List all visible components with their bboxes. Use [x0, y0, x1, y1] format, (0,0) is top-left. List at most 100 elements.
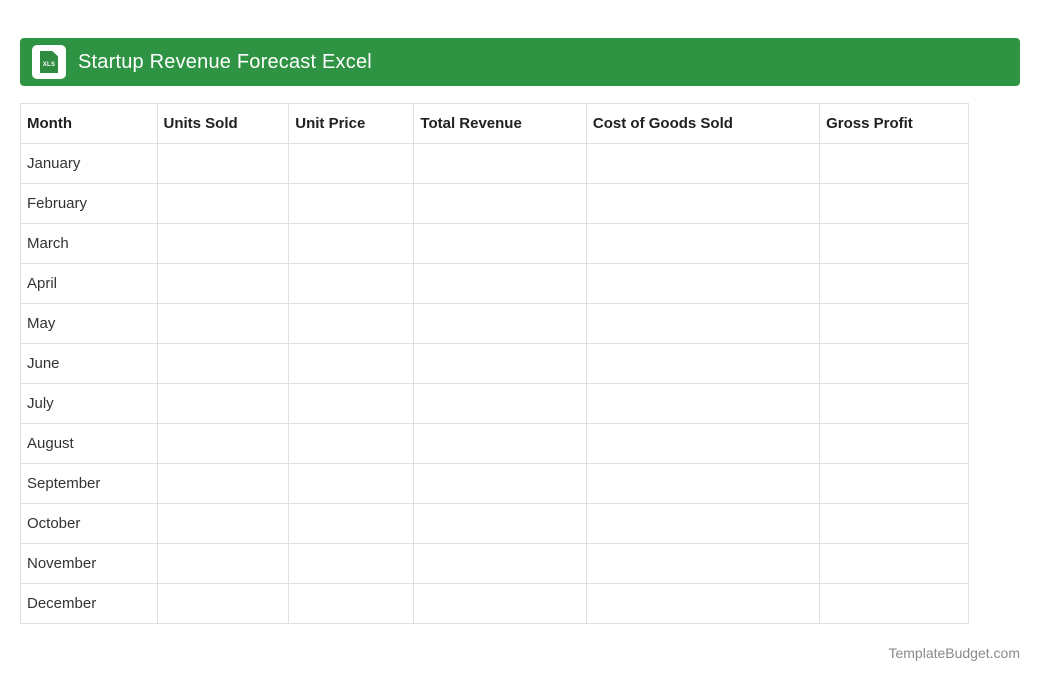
empty-cell: [413, 503, 587, 544]
table-row: August: [20, 423, 969, 464]
header-row: Month Units Sold Unit Price Total Revenue Co…: [20, 103, 969, 144]
empty-cell: [819, 423, 969, 464]
empty-cell: [288, 383, 415, 424]
table-row: September: [20, 463, 969, 504]
empty-cell: [819, 543, 969, 584]
table-row: October: [20, 503, 969, 544]
empty-cell: [413, 263, 587, 304]
empty-cell: [156, 543, 290, 584]
empty-cell: [156, 383, 290, 424]
empty-cell: [585, 183, 821, 224]
table-row: March: [20, 223, 969, 264]
empty-cell: [585, 543, 821, 584]
month-cell: April: [20, 263, 158, 304]
empty-cell: [585, 303, 821, 344]
empty-cell: [156, 583, 290, 624]
table-row: January: [20, 143, 969, 184]
column-header-gross-profit: Gross Profit: [819, 103, 969, 144]
empty-cell: [288, 543, 415, 584]
empty-cell: [156, 263, 290, 304]
empty-cell: [585, 423, 821, 464]
column-header-total-revenue: Total Revenue: [413, 103, 587, 144]
table-row: April: [20, 263, 969, 304]
month-cell: November: [20, 543, 158, 584]
month-cell: September: [20, 463, 158, 504]
xls-file-glyph: XLS: [40, 51, 58, 73]
empty-cell: [585, 223, 821, 264]
month-cell: March: [20, 223, 158, 264]
empty-cell: [819, 303, 969, 344]
column-header-units-sold: Units Sold: [156, 103, 290, 144]
month-cell: June: [20, 343, 158, 384]
column-header-cost-of-goods-sold: Cost of Goods Sold: [585, 103, 821, 144]
empty-cell: [819, 223, 969, 264]
table-row: December: [20, 583, 969, 624]
empty-cell: [413, 223, 587, 264]
column-header-unit-price: Unit Price: [288, 103, 415, 144]
empty-cell: [585, 463, 821, 504]
empty-cell: [156, 303, 290, 344]
empty-cell: [413, 423, 587, 464]
empty-cell: [585, 343, 821, 384]
footer-credit: TemplateBudget.com: [888, 645, 1020, 661]
empty-cell: [413, 143, 587, 184]
table-row: May: [20, 303, 969, 344]
xls-file-icon: XLS: [32, 45, 66, 79]
empty-cell: [413, 383, 587, 424]
page-title: Startup Revenue Forecast Excel: [78, 50, 372, 73]
empty-cell: [288, 263, 415, 304]
empty-cell: [585, 263, 821, 304]
empty-cell: [819, 343, 969, 384]
empty-cell: [413, 543, 587, 584]
empty-cell: [413, 583, 587, 624]
column-header-month: Month: [20, 103, 158, 144]
empty-cell: [288, 343, 415, 384]
empty-cell: [288, 583, 415, 624]
empty-cell: [156, 463, 290, 504]
empty-cell: [288, 143, 415, 184]
empty-cell: [819, 463, 969, 504]
table-row: February: [20, 183, 969, 224]
empty-cell: [413, 303, 587, 344]
empty-cell: [156, 343, 290, 384]
table-header: Month Units Sold Unit Price Total Revenue Co…: [20, 103, 969, 144]
empty-cell: [156, 423, 290, 464]
month-cell: August: [20, 423, 158, 464]
empty-cell: [156, 183, 290, 224]
empty-cell: [819, 183, 969, 224]
empty-cell: [288, 303, 415, 344]
page: XLS Startup Revenue Forecast Excel Month…: [0, 0, 1040, 661]
empty-cell: [288, 183, 415, 224]
empty-cell: [413, 463, 587, 504]
empty-cell: [585, 503, 821, 544]
table-body: January February March April May June July Augu…: [20, 143, 969, 624]
month-cell: February: [20, 183, 158, 224]
empty-cell: [156, 223, 290, 264]
empty-cell: [819, 263, 969, 304]
empty-cell: [819, 383, 969, 424]
month-cell: December: [20, 583, 158, 624]
empty-cell: [288, 423, 415, 464]
table-row: July: [20, 383, 969, 424]
empty-cell: [156, 143, 290, 184]
month-cell: May: [20, 303, 158, 344]
empty-cell: [819, 143, 969, 184]
empty-cell: [585, 583, 821, 624]
empty-cell: [156, 503, 290, 544]
empty-cell: [288, 503, 415, 544]
empty-cell: [288, 463, 415, 504]
forecast-table: Month Units Sold Unit Price Total Revenue Co…: [20, 103, 969, 624]
table-row: June: [20, 343, 969, 384]
empty-cell: [585, 143, 821, 184]
month-cell: October: [20, 503, 158, 544]
empty-cell: [413, 343, 587, 384]
empty-cell: [585, 383, 821, 424]
table-row: November: [20, 543, 969, 584]
empty-cell: [819, 583, 969, 624]
empty-cell: [288, 223, 415, 264]
month-cell: January: [20, 143, 158, 184]
empty-cell: [819, 503, 969, 544]
header-banner: XLS Startup Revenue Forecast Excel: [20, 38, 1020, 86]
month-cell: July: [20, 383, 158, 424]
empty-cell: [413, 183, 587, 224]
